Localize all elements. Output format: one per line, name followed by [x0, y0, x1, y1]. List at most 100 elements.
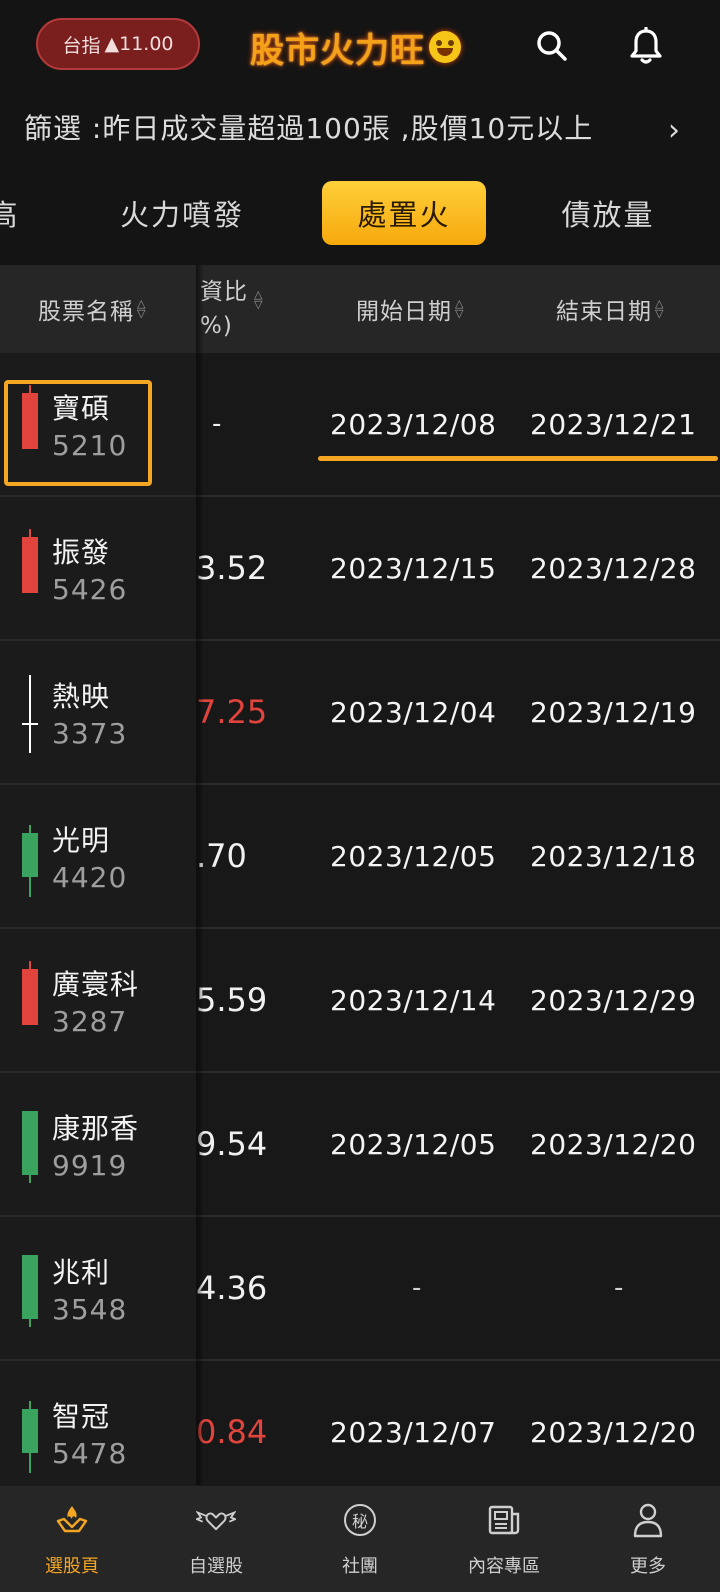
- filter-text: 篩選 :昨日成交量超過100張 ,股價10元以上: [24, 112, 594, 145]
- candlestick-icon: [22, 929, 38, 1071]
- start-date: 2023/12/15: [330, 551, 497, 585]
- column-divider: [196, 265, 204, 1485]
- bottom-navigation: 選股頁 自選股 秘 社團 內容專區 更多: [0, 1486, 720, 1592]
- table-row[interactable]: 熱映 3373 7.25 2023/12/04 2023/12/19: [0, 641, 720, 785]
- end-date: 2023/12/21: [530, 407, 697, 441]
- app-header: 台指 ▲11.00 股市火力旺: [0, 0, 720, 92]
- stock-name: 廣寰科: [52, 968, 140, 1001]
- ratio-value: 5.59: [196, 981, 268, 1019]
- stock-name-cell[interactable]: 康那香 9919: [0, 1073, 198, 1215]
- ratio-value: 0.84: [196, 1413, 268, 1451]
- ratio-value: 4.36: [196, 1269, 268, 1307]
- table-row[interactable]: 振發 5426 3.52 2023/12/15 2023/12/28: [0, 497, 720, 641]
- candlestick-icon: [22, 785, 38, 927]
- stock-code: 4420: [52, 861, 128, 894]
- notification-button[interactable]: [624, 24, 668, 68]
- stock-name-cell[interactable]: 光明 4420: [0, 785, 198, 927]
- stock-code: 3373: [52, 717, 128, 750]
- chevron-right-icon[interactable]: ›: [668, 113, 680, 148]
- table-row[interactable]: 兆利 3548 4.36 - -: [0, 1217, 720, 1361]
- end-date: 2023/12/19: [530, 695, 697, 729]
- start-date: 2023/12/05: [330, 1127, 497, 1161]
- table-row[interactable]: 康那香 9919 9.54 2023/12/05 2023/12/20: [0, 1073, 720, 1217]
- table-header: 股票名稱 △ ▽ 資比 %) △ ▽ 開始日期 △ ▽ 結束日期 △ ▽: [0, 265, 720, 353]
- nav-stock-picker[interactable]: 選股頁: [0, 1486, 144, 1592]
- highlight-box: [4, 380, 152, 486]
- sort-icon: △ ▽: [455, 297, 465, 320]
- ratio-value: 3.52: [196, 549, 268, 587]
- stock-code: 3548: [52, 1293, 128, 1326]
- highlight-underline: [318, 456, 718, 461]
- search-icon: [537, 31, 567, 61]
- ratio-value: -: [212, 409, 222, 439]
- sort-icon: △ ▽: [655, 297, 665, 320]
- candlestick-icon: [22, 1217, 38, 1359]
- stock-name: 振發: [52, 536, 111, 569]
- app-logo: 股市火力旺: [250, 22, 461, 72]
- stock-name-cell[interactable]: 熱映 3373: [0, 641, 198, 783]
- start-date: 2023/12/04: [330, 695, 497, 729]
- stock-name: 熱映: [52, 680, 111, 713]
- stock-name: 康那香: [52, 1112, 140, 1145]
- table-row[interactable]: 光明 4420.70 2023/12/05 2023/12/18: [0, 785, 720, 929]
- nav-watchlist[interactable]: 自選股: [144, 1486, 288, 1592]
- start-date: -: [412, 1273, 422, 1303]
- end-date: 2023/12/29: [530, 983, 697, 1017]
- stock-name-cell[interactable]: 廣寰科 3287: [0, 929, 198, 1071]
- table-row[interactable]: 智冠 5478 0.84 2023/12/07 2023/12/20: [0, 1361, 720, 1505]
- logo-text: 股市火力旺: [250, 30, 425, 71]
- start-date: 2023/12/14: [330, 983, 497, 1017]
- tab-debt-volume[interactable]: 債放量: [548, 181, 668, 245]
- start-date: 2023/12/08: [330, 407, 497, 441]
- tab-disposal-fire[interactable]: 處置火: [322, 181, 486, 245]
- end-date: -: [614, 1273, 624, 1303]
- stock-code: 3287: [52, 1005, 128, 1038]
- grin-emoji-icon: [429, 31, 461, 63]
- candlestick-icon: [22, 1073, 38, 1215]
- person-icon: [628, 1500, 668, 1540]
- fire-hand-icon: [52, 1500, 92, 1540]
- nav-content[interactable]: 內容專區: [432, 1486, 576, 1592]
- stock-name-cell[interactable]: 兆利 3548: [0, 1217, 198, 1359]
- stock-list: 寶碩 5210-2023/12/08 2023/12/21 振發 5426 3.52 202…: [0, 353, 720, 1505]
- ratio-value: 9.54: [196, 1125, 268, 1163]
- candlestick-icon: [22, 641, 38, 783]
- stock-name: 智冠: [52, 1400, 111, 1433]
- header-ratio[interactable]: 資比 %) △ ▽: [200, 265, 263, 353]
- stock-name: 光明: [52, 824, 111, 857]
- filter-bar[interactable]: 篩選 :昨日成交量超過100張 ,股價10元以上: [0, 92, 720, 162]
- stock-name-cell[interactable]: 振發 5426: [0, 497, 198, 639]
- candlestick-icon: [22, 497, 38, 639]
- start-date: 2023/12/07: [330, 1415, 497, 1449]
- end-date: 2023/12/28: [530, 551, 697, 585]
- newspaper-icon: [484, 1500, 524, 1540]
- candlestick-icon: [22, 1361, 38, 1503]
- ratio-value: 7.25: [196, 693, 268, 731]
- bell-icon: [630, 27, 662, 64]
- end-date: 2023/12/20: [530, 1415, 697, 1449]
- stock-name: 兆利: [52, 1256, 111, 1289]
- tab-fire-burst[interactable]: 火力噴發: [108, 181, 256, 245]
- start-date: 2023/12/05: [330, 839, 497, 873]
- secret-badge-icon: 秘: [340, 1500, 380, 1540]
- header-stock-name[interactable]: 股票名稱 △ ▽: [38, 265, 146, 353]
- end-date: 2023/12/20: [530, 1127, 697, 1161]
- heart-wings-icon: [196, 1500, 236, 1540]
- nav-club[interactable]: 秘 社團: [288, 1486, 432, 1592]
- category-tabs: 高 火力噴發 處置火 債放量: [0, 175, 720, 251]
- stock-code: 5478: [52, 1437, 128, 1470]
- index-change: ▲11.00: [104, 33, 174, 55]
- table-row[interactable]: 廣寰科 3287 5.59 2023/12/14 2023/12/29: [0, 929, 720, 1073]
- header-end-date[interactable]: 結束日期 △ ▽: [556, 265, 664, 353]
- stock-name-cell[interactable]: 智冠 5478: [0, 1361, 198, 1503]
- sort-icon: △ ▽: [137, 297, 147, 320]
- stock-code: 9919: [52, 1149, 128, 1182]
- nav-more[interactable]: 更多: [576, 1486, 720, 1592]
- index-badge[interactable]: 台指 ▲11.00: [36, 18, 200, 70]
- stock-code: 5426: [52, 573, 128, 606]
- tab-partial[interactable]: 高: [0, 181, 24, 245]
- header-start-date[interactable]: 開始日期 △ ▽: [356, 265, 464, 353]
- search-button[interactable]: [530, 24, 574, 68]
- sort-icon: △ ▽: [254, 288, 264, 311]
- end-date: 2023/12/18: [530, 839, 697, 873]
